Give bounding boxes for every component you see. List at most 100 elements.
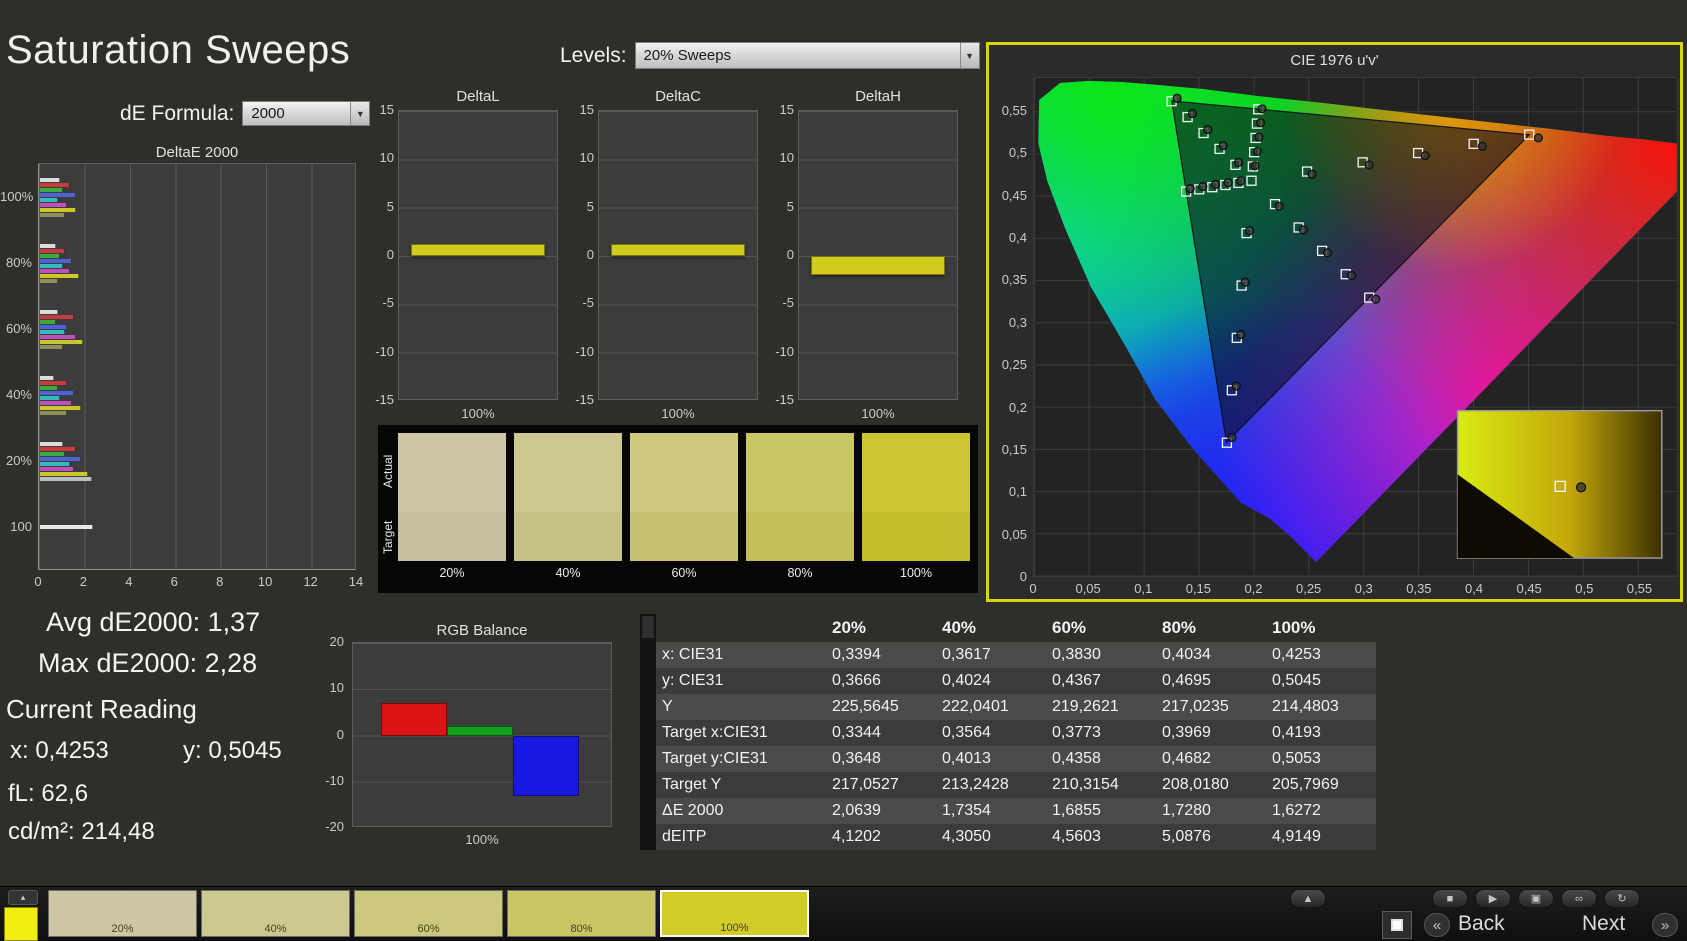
swatch-label: 60%: [671, 566, 697, 580]
next-button[interactable]: Next: [1582, 912, 1625, 936]
table-row: ΔE 2000 2,0639 1,7354 1,6855 1,7280 1,6272: [656, 798, 1376, 824]
swatch-40%: [514, 433, 622, 561]
cie-y-tick: 0,4: [1008, 230, 1027, 246]
pattern-button[interactable]: ▣: [1518, 889, 1554, 908]
deltae-x-tick: 4: [125, 574, 133, 589]
rgb-y-tick: -20: [325, 819, 344, 834]
cell-value: 1,6272: [1272, 802, 1321, 819]
row-label: Target Y: [662, 776, 722, 793]
deltae-bar: [40, 259, 72, 263]
cie-y-tick-labels: 0 0,05 0,1 0,15 0,2 0,25 0,3 0,35 0,4 0,45 0,5 0,55: [993, 45, 1027, 599]
patch-swatch-label: 20%: [111, 923, 134, 935]
calman-saturation-sweeps-page: Saturation Sweeps dE Formula: 2000 ▼ Lev…: [0, 0, 1687, 941]
back-button[interactable]: Back: [1458, 912, 1505, 936]
patch-swatch-60%[interactable]: 60%: [354, 890, 503, 937]
cie-x-tick: 0,35: [1406, 581, 1432, 596]
deltaC-title: DeltaC: [655, 88, 701, 105]
cell-value: 0,4013: [942, 750, 991, 767]
refresh-button[interactable]: ↻: [1604, 889, 1640, 908]
patch-swatch-40%[interactable]: 40%: [201, 890, 350, 937]
panel-toggle-button[interactable]: ▴: [8, 890, 38, 905]
deltae2000-chart: DeltaE 2000 100% 80% 60% 40% 20% 100 0 2 4 6 8 10 1…: [0, 144, 370, 604]
cell-value: 219,2621: [1052, 698, 1119, 715]
collapse-icon: ▴: [20, 892, 26, 902]
patch-swatch-label: 40%: [264, 923, 287, 935]
deltae-x-tick: 10: [257, 574, 273, 589]
up-icon: ▲: [1302, 892, 1314, 905]
cell-value: 222,0401: [942, 698, 1009, 715]
cie-y-tick: 0,1: [1008, 484, 1027, 500]
swatch-80%: [746, 433, 854, 561]
deltae-bar: [40, 208, 77, 212]
cie-x-tick: 0,15: [1185, 581, 1212, 596]
table-row: y: CIE31 0,3666 0,4024 0,4367 0,4695 0,5045: [656, 668, 1376, 694]
loop-button[interactable]: ∞: [1561, 889, 1597, 908]
de-formula-value: 2000: [251, 105, 285, 122]
de-formula-label: dE Formula:: [120, 101, 235, 125]
deltae-x-labels: 0 2 4 6 8 10 12 14: [34, 574, 363, 590]
cie-x-tick: 0,3: [1354, 581, 1373, 596]
play-button[interactable]: ▶: [1475, 889, 1511, 908]
cie-y-tick: 0,05: [1001, 526, 1027, 542]
deltae-bar: [40, 320, 56, 324]
table-col-header: 100%: [1272, 618, 1316, 637]
deltae-bar: [40, 525, 94, 529]
pattern-window-button[interactable]: [1382, 911, 1412, 939]
deltae-x-tick: 2: [79, 574, 88, 589]
up-button[interactable]: ▲: [1290, 889, 1326, 908]
avg-de2000-stat: Avg dE2000: 1,37: [46, 607, 261, 637]
deltae-bar: [40, 386, 59, 390]
patch-swatch-100%[interactable]: 100%: [660, 890, 809, 937]
delta-y-tick: 10: [779, 150, 794, 166]
cell-value: 0,3648: [832, 750, 881, 767]
deltae-x-tick: 0: [34, 574, 42, 589]
cie-x-tick: 0,5: [1575, 581, 1594, 596]
delta-y-tick: -5: [782, 295, 794, 311]
stop-button[interactable]: ■: [1432, 889, 1468, 908]
de-formula-dropdown[interactable]: 2000 ▼: [242, 101, 371, 126]
cie-x-tick: 0,45: [1516, 581, 1542, 596]
cell-value: 208,0180: [1162, 776, 1229, 793]
cell-value: 210,3154: [1052, 776, 1119, 793]
row-label: Target x:CIE31: [662, 724, 768, 741]
scrollbar-thumb[interactable]: [642, 616, 654, 638]
back-chevron-icon[interactable]: «: [1424, 913, 1450, 937]
deltae-bar: [40, 396, 61, 400]
deltae-bar: [40, 315, 75, 319]
deltae-bar: [40, 198, 59, 202]
blue-balance-bar: [513, 735, 579, 796]
cell-value: 0,5045: [1272, 672, 1321, 689]
cell-value: 214,4803: [1272, 698, 1339, 715]
patch-swatch-80%[interactable]: 80%: [507, 890, 656, 937]
cell-value: 0,4367: [1052, 672, 1101, 689]
delta-y-tick: -10: [375, 343, 394, 359]
deltae-bar: [40, 249, 65, 253]
patch-swatch-20%[interactable]: 20%: [48, 890, 197, 937]
deltae-bar: [40, 310, 59, 314]
cell-value: 0,3969: [1162, 724, 1211, 741]
current-y-value: y: 0,5045: [183, 737, 282, 764]
cell-value: 205,7969: [1272, 776, 1339, 793]
deltae-bar: [40, 178, 61, 182]
deltae-bar: [40, 457, 81, 461]
cell-value: 0,4193: [1272, 724, 1321, 741]
delta-y-tick: -15: [775, 392, 794, 407]
cell-value: 0,4682: [1162, 750, 1211, 767]
cie-y-tick: 0,2: [1008, 399, 1027, 415]
cie-x-tick: 0,25: [1295, 581, 1322, 596]
deltae-bar: [40, 269, 70, 273]
next-chevron-icon[interactable]: »: [1652, 913, 1678, 937]
cie-x-tick: 0,55: [1626, 581, 1653, 596]
patch-swatch-label: 60%: [417, 923, 440, 935]
target-swatch: [630, 512, 738, 561]
inset-measured-dot: [1576, 482, 1587, 493]
cell-value: 0,3617: [942, 646, 991, 663]
deltae-bar: [40, 462, 70, 466]
de-formula-control: dE Formula: 2000 ▼: [120, 101, 371, 126]
table-row: Y 225,5645 222,0401 219,2621 217,0235 214,480…: [656, 694, 1376, 720]
cell-value: 0,3830: [1052, 646, 1101, 663]
cell-value: 1,7280: [1162, 802, 1211, 819]
levels-dropdown[interactable]: 20% Sweeps ▼: [634, 42, 980, 69]
table-col-header: 60%: [1052, 618, 1087, 637]
table-scrollbar[interactable]: [640, 614, 656, 850]
